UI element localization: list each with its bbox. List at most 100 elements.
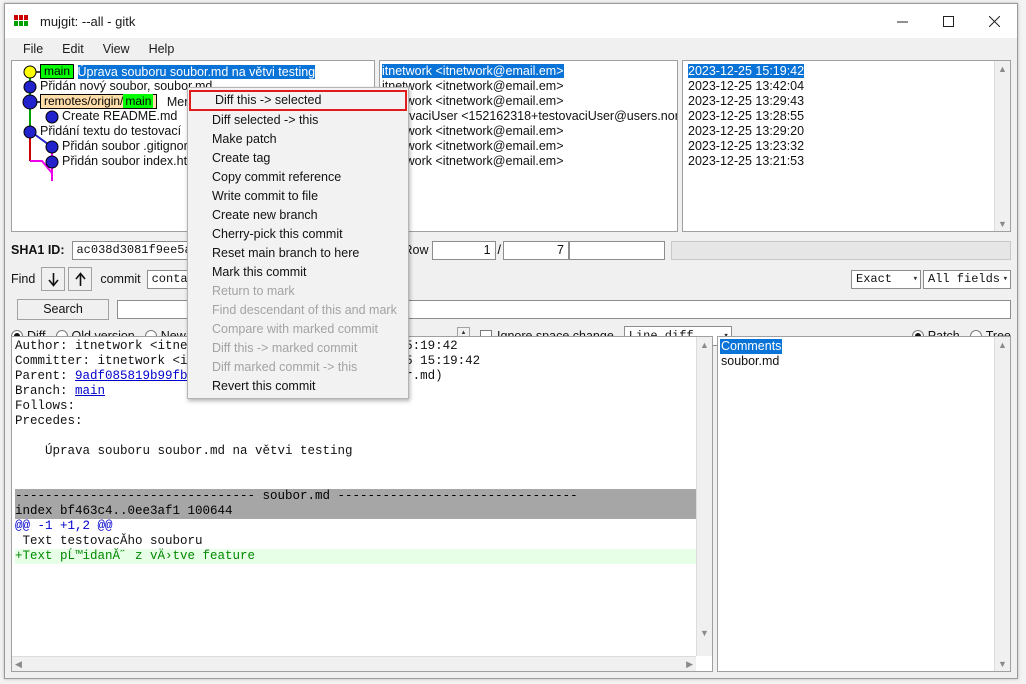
sha1-label: SHA1 ID:: [11, 243, 65, 257]
diff-vertical-scrollbar[interactable]: ▲ ▼: [696, 337, 712, 656]
date-row: 2023-12-25 13:21:53: [688, 154, 805, 168]
ref-label-remote[interactable]: remotes/origin/main: [40, 94, 158, 109]
scroll-up-icon[interactable]: ▲: [995, 337, 1010, 352]
date-row: 2023-12-25 13:23:32: [688, 139, 805, 153]
commit-subject: Přidání textu do testovací: [40, 124, 182, 138]
parent-hash-link[interactable]: 9adf085819b99fbcb: [75, 369, 203, 383]
commit-list-scrollbar[interactable]: ▲ ▼: [994, 61, 1010, 231]
menu-create-new-branch[interactable]: Create new branch: [188, 206, 408, 225]
file-list-item[interactable]: soubor.md: [720, 354, 1010, 369]
branch-link[interactable]: main: [75, 384, 105, 398]
date-row: 2023-12-25 13:29:20: [688, 124, 805, 138]
scroll-down-icon[interactable]: ▼: [995, 216, 1010, 231]
menu-return-to-mark: Return to mark: [212, 284, 295, 298]
diff-line: Follows:: [15, 399, 76, 413]
menu-revert-this-commit[interactable]: Revert this commit: [188, 377, 408, 396]
menu-diff-this-selected[interactable]: Diff this -> selected: [189, 90, 407, 111]
diff-added-line: +Text pĹ™idanĂ˝ z vÄ›tve feature: [15, 549, 696, 564]
find-label: Find: [11, 272, 36, 286]
find-down-icon[interactable]: [41, 267, 66, 291]
scroll-down-icon[interactable]: ▼: [697, 625, 712, 640]
search-button[interactable]: Search: [17, 298, 109, 320]
scroll-left-icon[interactable]: ◀: [15, 659, 22, 670]
search-row: Search: [11, 297, 1011, 321]
file-list-item[interactable]: Comments: [720, 339, 1010, 354]
menu-item-edit[interactable]: Edit: [53, 40, 94, 59]
commit-list-area: main Úprava souboru soubor.md na větvi t…: [11, 60, 1011, 232]
author-row: itnetwork <itnetwork@email.em>: [382, 139, 564, 153]
diff-line: Precedes:: [15, 414, 83, 428]
status-bar: [671, 240, 1011, 260]
diff-context-line: Text testovacĂ­ho souboru: [15, 534, 203, 548]
author-row: itnetwork <itnetwork@email.em>: [382, 124, 564, 138]
title-bar: mujgit: --all - gitk: [5, 4, 1017, 38]
commit-subject: Přidán soubor .gitignore: [62, 139, 195, 153]
scroll-up-icon[interactable]: ▲: [995, 61, 1010, 76]
author-row: itnetwork <itnetwork@email.em>: [382, 79, 564, 93]
menu-diff-this-marked: Diff this -> marked commit: [212, 341, 358, 355]
menu-write-commit-to-file[interactable]: Write commit to file: [188, 187, 408, 206]
diff-file-header: -------------------------------- soubor.…: [15, 489, 696, 504]
menu-create-tag[interactable]: Create tag: [188, 149, 408, 168]
scroll-down-icon[interactable]: ▼: [995, 656, 1010, 671]
author-row: itnetwork <itnetwork@email.em>: [382, 154, 564, 168]
commit-subject: Create README.md: [62, 109, 178, 123]
menu-compare-with-marked: Compare with marked commit: [212, 322, 379, 336]
scroll-up-icon[interactable]: ▲: [697, 337, 712, 352]
find-exact-select[interactable]: Exact ▾: [851, 269, 921, 289]
author-row: itnetwork <itnetwork@email.em>: [382, 64, 564, 78]
bottom-area: Author: itnetwork <itnetwork@email.em> 2…: [11, 336, 1011, 672]
menu-item-file[interactable]: File: [14, 40, 53, 59]
diff-hunk-header: @@ -1 +1,2 @@: [15, 519, 113, 533]
menu-item-view[interactable]: View: [94, 40, 140, 59]
row-current-input[interactable]: 1: [431, 240, 496, 260]
menu-find-descendant: Find descendant of this and mark: [212, 303, 397, 317]
menu-cherry-pick[interactable]: Cherry-pick this commit: [188, 225, 408, 244]
maximize-icon[interactable]: [925, 4, 971, 38]
commit-context-menu[interactable]: Diff this -> selected Diff selected -> t…: [187, 87, 409, 399]
scroll-right-icon[interactable]: ▶: [686, 659, 693, 670]
row-total-input[interactable]: 7: [503, 240, 569, 260]
author-row: testovaciUser <152162318+testovaciUser@u…: [382, 109, 678, 123]
date-row: 2023-12-25 15:19:42: [688, 64, 805, 78]
row-extra-input[interactable]: [569, 240, 665, 260]
gitk-window: mujgit: --all - gitk File Edit View Help: [4, 3, 1018, 679]
author-pane[interactable]: itnetwork <itnetwork@email.em> itnetwork…: [379, 60, 678, 232]
menu-copy-commit-reference[interactable]: Copy commit reference: [188, 168, 408, 187]
file-list-pane: Comments soubor.md ▲ ▼: [717, 336, 1011, 672]
commit-subject: Přidán soubor index.html: [62, 154, 201, 168]
menu-reset-main-branch[interactable]: Reset main branch to here: [188, 244, 408, 263]
author-row: itnetwork <itnetwork@email.em>: [382, 94, 564, 108]
diff-line-message: Úprava souboru soubor.md na větvi testin…: [15, 444, 353, 458]
commit-row[interactable]: main Úprava souboru soubor.md na větvi t…: [12, 64, 374, 79]
date-row: 2023-12-25 13:29:43: [688, 94, 805, 108]
row-separator: /: [497, 243, 501, 257]
date-row: 2023-12-25 13:42:04: [688, 79, 805, 93]
window-controls: [879, 4, 1017, 38]
menu-item-help[interactable]: Help: [140, 40, 185, 59]
find-row: Find commit contai Exact ▾ All fields ▾: [11, 267, 1011, 291]
diff-index-line: index bf463c4..0ee3af1 100644: [15, 504, 696, 519]
window-title: mujgit: --all - gitk: [40, 13, 136, 29]
commit-subject: Úprava souboru soubor.md na větvi testin…: [77, 65, 316, 79]
file-list[interactable]: Comments soubor.md ▲ ▼: [717, 336, 1011, 672]
sha1-row: SHA1 ID: ac038d3081f9ee5a Row 1 / 7: [11, 238, 1011, 262]
find-fields-select[interactable]: All fields ▾: [923, 269, 1011, 289]
find-up-icon[interactable]: [68, 267, 93, 291]
gitk-icon: [14, 15, 30, 27]
ref-label-main[interactable]: main: [40, 64, 75, 79]
date-pane[interactable]: 2023-12-25 15:19:42 2023-12-25 13:42:04 …: [682, 60, 1011, 232]
menu-mark-this-commit[interactable]: Mark this commit: [188, 263, 408, 282]
minimize-icon[interactable]: [879, 4, 925, 38]
menu-diff-selected-this[interactable]: Diff selected -> this: [188, 111, 408, 130]
close-icon[interactable]: [971, 4, 1017, 38]
chevron-down-icon: ▾: [1002, 273, 1008, 284]
file-list-scrollbar[interactable]: ▲ ▼: [994, 337, 1010, 671]
date-row: 2023-12-25 13:28:55: [688, 109, 805, 123]
menu-bar: File Edit View Help: [5, 38, 1017, 60]
commit-label: commit: [100, 272, 141, 286]
menu-diff-marked-this: Diff marked commit -> this: [212, 360, 358, 374]
chevron-down-icon: ▾: [912, 273, 918, 284]
menu-make-patch[interactable]: Make patch: [188, 130, 408, 149]
diff-horizontal-scrollbar[interactable]: ◀ ▶: [12, 656, 696, 671]
